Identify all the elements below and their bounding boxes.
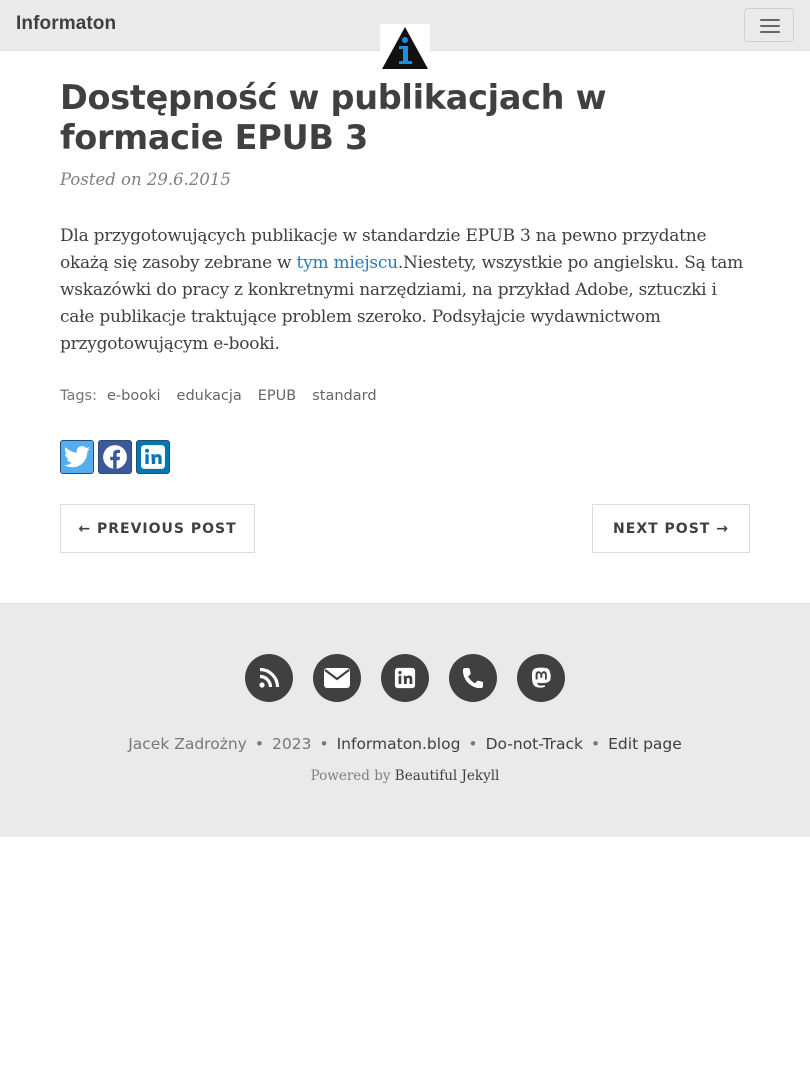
rss-link[interactable]: [245, 654, 293, 702]
post-body-link[interactable]: tym miejscu: [297, 253, 399, 273]
footer-dnt-link[interactable]: Do-not-Track: [486, 735, 583, 753]
footer-separator: •: [254, 735, 264, 753]
post: Dostępność w publikacjach w formacie EPU…: [60, 78, 750, 358]
tag-link[interactable]: standard: [312, 388, 376, 404]
footer-separator: •: [468, 735, 478, 753]
rss-icon: [259, 667, 280, 688]
twitter-share-button[interactable]: [60, 440, 94, 474]
site-logo[interactable]: [380, 24, 430, 70]
powered-by: Powered by Beautiful Jekyll: [0, 768, 810, 784]
footer-author: Jacek Zadrożny: [128, 735, 247, 753]
post-meta: Posted on 29.6.2015: [60, 170, 231, 189]
facebook-share-button[interactable]: [98, 440, 132, 474]
beautiful-jekyll-link[interactable]: Beautiful Jekyll: [395, 768, 500, 784]
linkedin-icon: [394, 667, 416, 689]
share-buttons: [60, 440, 170, 474]
post-body: Dla przygotowujących publikacje w standa…: [60, 223, 750, 358]
top-navbar: Informaton: [0, 0, 810, 70]
email-link[interactable]: [313, 654, 361, 702]
hamburger-icon: [760, 19, 780, 21]
tag-link[interactable]: edukacja: [177, 388, 242, 404]
tag-link[interactable]: e-booki: [107, 388, 161, 404]
info-triangle-icon: [382, 27, 428, 69]
phone-icon: [462, 668, 484, 689]
footer-edit-link[interactable]: Edit page: [608, 735, 682, 753]
envelope-icon: [324, 668, 350, 688]
footer-year: 2023: [271, 735, 312, 753]
tags-label: Tags:: [60, 388, 97, 404]
linkedin-link[interactable]: [381, 654, 429, 702]
footer-separator: •: [319, 735, 329, 753]
powered-by-prefix: Powered by: [310, 768, 395, 784]
footer-social-links: [0, 654, 810, 702]
phone-link[interactable]: [449, 654, 497, 702]
linkedin-icon: [141, 445, 165, 469]
navbar-brand[interactable]: Informaton: [16, 13, 116, 35]
next-post-button[interactable]: NEXT POST →: [592, 504, 750, 553]
facebook-icon: [103, 445, 127, 469]
navbar-toggle-button[interactable]: [744, 8, 794, 42]
tag-link[interactable]: EPUB: [258, 388, 296, 404]
previous-post-button[interactable]: ← PREVIOUS POST: [60, 504, 255, 553]
post-tags: Tags: e-booki edukacja EPUB standard: [60, 388, 377, 404]
footer-separator: •: [590, 735, 601, 753]
post-title: Dostępność w publikacjach w formacie EPU…: [60, 78, 607, 157]
linkedin-share-button[interactable]: [136, 440, 170, 474]
mastodon-icon: [531, 667, 551, 688]
footer-site-link[interactable]: Informaton.blog: [337, 735, 461, 753]
footer: Jacek Zadrożny • 2023 • Informaton.blog • Do-n…: [0, 603, 810, 837]
twitter-icon: [64, 446, 90, 468]
mastodon-link[interactable]: [517, 654, 565, 702]
footer-links: Jacek Zadrożny • 2023 • Informaton.blog • Do-n…: [0, 735, 810, 753]
